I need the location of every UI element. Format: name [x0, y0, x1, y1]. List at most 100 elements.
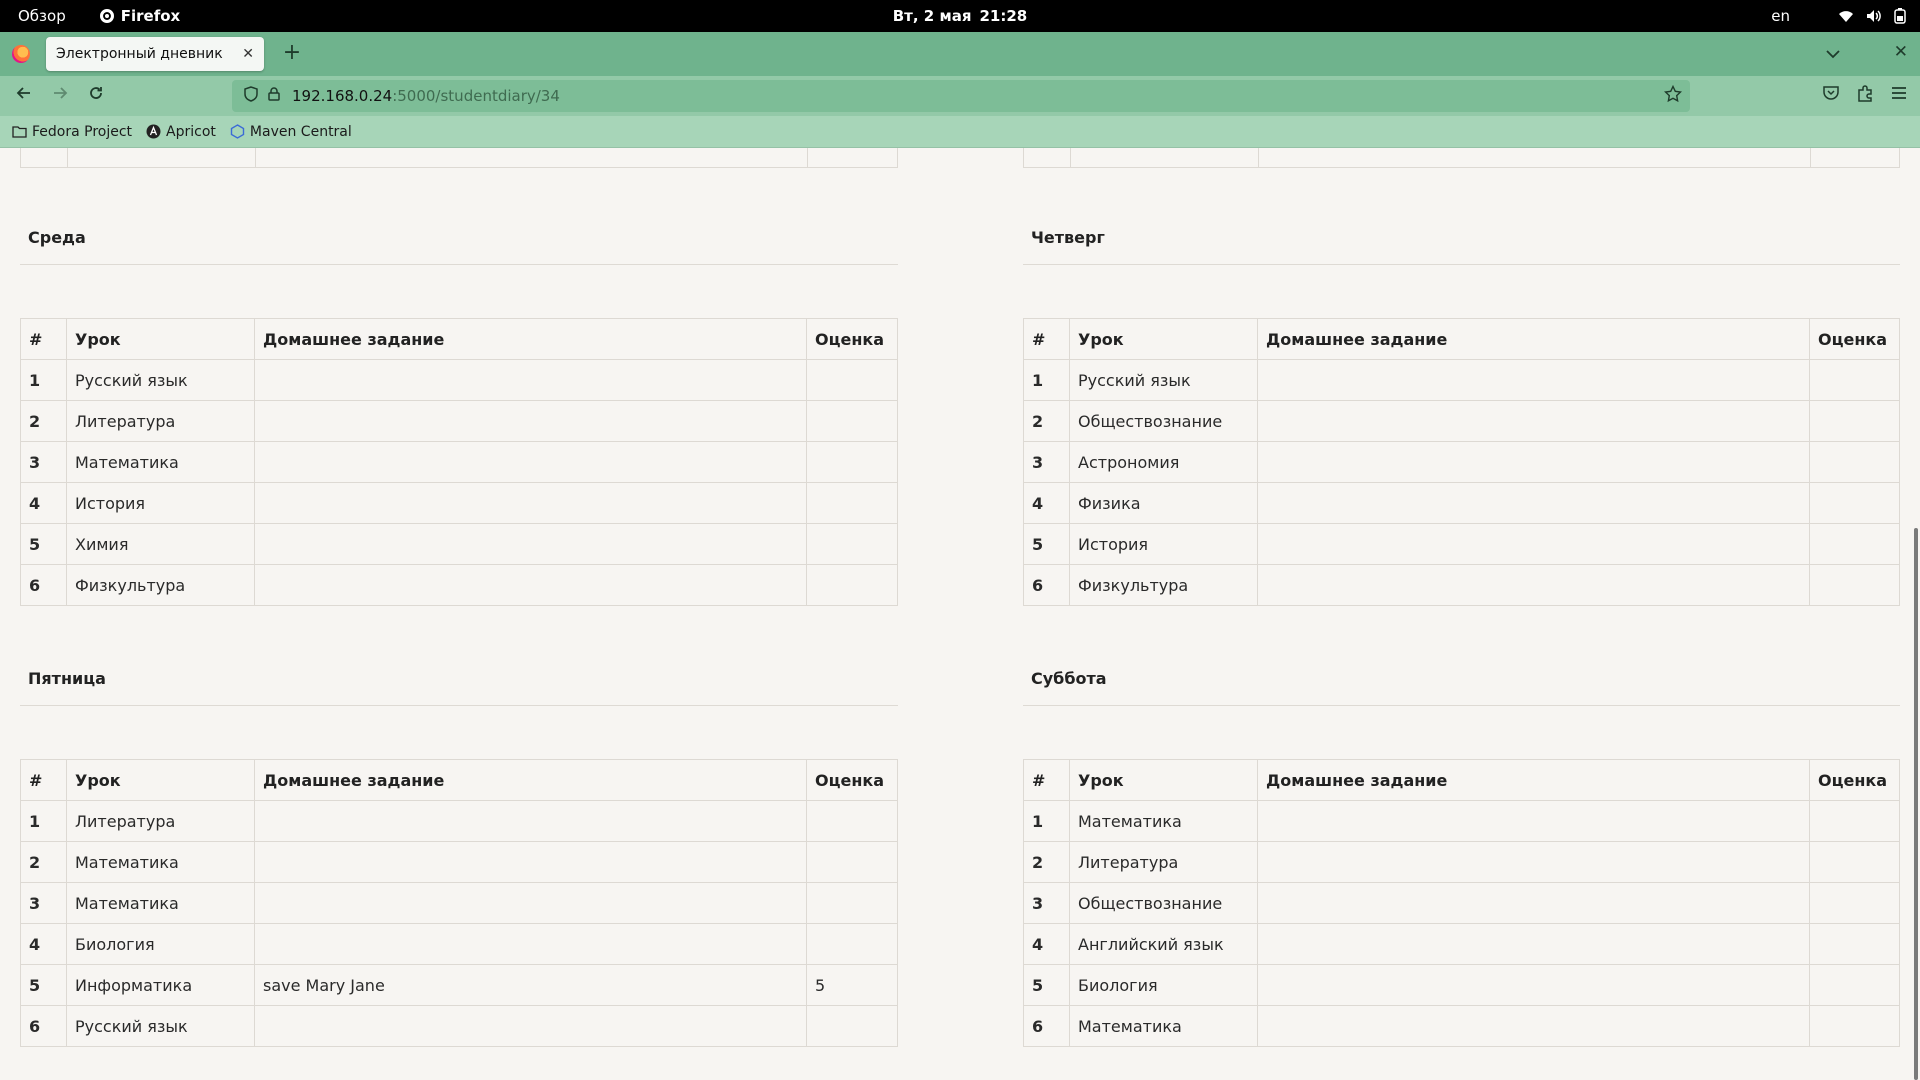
homework-cell [254, 441, 807, 483]
chevron-down-icon[interactable] [1826, 44, 1840, 63]
bookmarks-toolbar: Fedora Project Apricot Maven Central [0, 116, 1920, 148]
homework-cell: save Mary Jane [254, 964, 807, 1006]
table-row: 2 Математика [20, 841, 898, 883]
table-row: 5 Биология [1023, 964, 1900, 1006]
reload-button[interactable] [84, 84, 108, 108]
homework-cell [254, 1005, 807, 1047]
table-row: 5 Химия [20, 523, 898, 565]
table-row: 4 Биология [20, 923, 898, 965]
close-window-icon[interactable]: ✕ [1894, 42, 1908, 62]
lesson-number: 6 [20, 564, 67, 606]
back-button[interactable] [12, 84, 36, 108]
lesson-number: 1 [20, 359, 67, 401]
lesson-number: 4 [1023, 482, 1070, 524]
homework-cell [1257, 441, 1810, 483]
lock-icon[interactable] [268, 87, 280, 105]
lesson-number: 4 [1023, 923, 1070, 965]
homework-cell [1257, 841, 1810, 883]
grade-cell [806, 400, 898, 442]
grade-cell [1809, 923, 1900, 965]
close-tab-icon[interactable]: ✕ [242, 46, 254, 62]
lesson-name: Литература [66, 800, 255, 842]
forward-arrow-icon [54, 87, 68, 99]
column-header-grade: Оценка [1809, 318, 1900, 360]
day-title: Пятница [28, 669, 106, 688]
homework-cell [254, 800, 807, 842]
homework-cell [1257, 359, 1810, 401]
forward-button[interactable] [48, 84, 72, 108]
homework-cell [1257, 882, 1810, 924]
bookmark-star-icon[interactable] [1663, 84, 1683, 107]
lesson-name: Русский язык [66, 1005, 255, 1047]
grade-cell [1809, 841, 1900, 883]
lesson-name: Астрономия [1069, 441, 1258, 483]
lesson-name: Информатика [66, 964, 255, 1006]
grade-cell [1809, 964, 1900, 1006]
vertical-scrollbar[interactable] [1914, 528, 1918, 1080]
new-tab-button[interactable]: + [280, 41, 304, 67]
shield-icon[interactable] [244, 86, 258, 106]
navigation-toolbar: 192.168.0.24:5000/studentdiary/34 [0, 76, 1920, 116]
lesson-name: Обществознание [1069, 882, 1258, 924]
lesson-number: 2 [20, 400, 67, 442]
grade-cell: 5 [806, 964, 898, 1006]
lesson-name: Литература [1069, 841, 1258, 883]
wifi-icon[interactable] [1838, 9, 1854, 23]
lesson-name: Русский язык [1069, 359, 1258, 401]
table-row: 2 Литература [20, 400, 898, 442]
clock-time: 21:28 [979, 7, 1028, 25]
table-row: 4 Физика [1023, 482, 1900, 524]
table-row: 2 Литература [1023, 841, 1900, 883]
table-row: 2 Обществознание [1023, 400, 1900, 442]
lesson-number: 5 [20, 964, 67, 1006]
tab-bar: Электронный дневник ✕ + ✕ [0, 32, 1920, 76]
lesson-number: 5 [20, 523, 67, 565]
homework-cell [254, 523, 807, 565]
grade-cell [806, 359, 898, 401]
grade-cell [1809, 882, 1900, 924]
table-row: 1 Русский язык [20, 359, 898, 401]
table-header-row: # Урок Домашнее задание Оценка [20, 318, 898, 360]
grade-cell [1809, 359, 1900, 401]
table-row: 1 Математика [1023, 800, 1900, 842]
column-header-number: # [20, 318, 67, 360]
grade-cell [806, 882, 898, 924]
bookmark-apricot[interactable]: Apricot [146, 124, 216, 140]
grade-cell [1809, 1005, 1900, 1047]
back-arrow-icon [16, 87, 30, 99]
grade-cell [806, 523, 898, 565]
extensions-icon[interactable] [1856, 84, 1874, 106]
column-header-number: # [20, 759, 67, 801]
tab-active[interactable]: Электронный дневник ✕ [46, 37, 264, 71]
battery-icon[interactable] [1894, 8, 1906, 24]
lesson-name: Физкультура [1069, 564, 1258, 606]
bookmark-maven-central[interactable]: Maven Central [230, 124, 352, 140]
bookmark-fedora-project[interactable]: Fedora Project [12, 124, 132, 140]
column-header-homework: Домашнее задание [254, 318, 807, 360]
lesson-number: 2 [1023, 400, 1070, 442]
clock[interactable]: Вт, 2 мая 21:28 [0, 0, 1920, 32]
lesson-number: 1 [20, 800, 67, 842]
keyboard-layout-indicator[interactable]: en [1771, 7, 1790, 25]
schedule-table: # Урок Домашнее задание Оценка 1 Русский язык… [20, 318, 898, 606]
previous-table-remnant [1023, 148, 1900, 168]
volume-icon[interactable] [1866, 9, 1882, 23]
table-row: 3 Обществознание [1023, 882, 1900, 924]
homework-cell [254, 882, 807, 924]
column-header-number: # [1023, 318, 1070, 360]
day-title: Четверг [1031, 228, 1105, 247]
homework-cell [1257, 964, 1810, 1006]
lesson-name: Физкультура [66, 564, 255, 606]
firefox-view-icon[interactable] [12, 45, 30, 63]
bookmark-label: Fedora Project [32, 123, 133, 140]
address-bar[interactable]: 192.168.0.24:5000/studentdiary/34 [232, 80, 1690, 112]
bookmark-label: Apricot [166, 123, 216, 140]
pocket-icon[interactable] [1822, 84, 1840, 106]
table-row: 1 Русский язык [1023, 359, 1900, 401]
lesson-number: 6 [1023, 564, 1070, 606]
hamburger-menu-icon[interactable] [1890, 84, 1908, 106]
table-row: 4 Английский язык [1023, 923, 1900, 965]
lesson-number: 4 [20, 482, 67, 524]
homework-cell [1257, 564, 1810, 606]
lesson-number: 2 [20, 841, 67, 883]
